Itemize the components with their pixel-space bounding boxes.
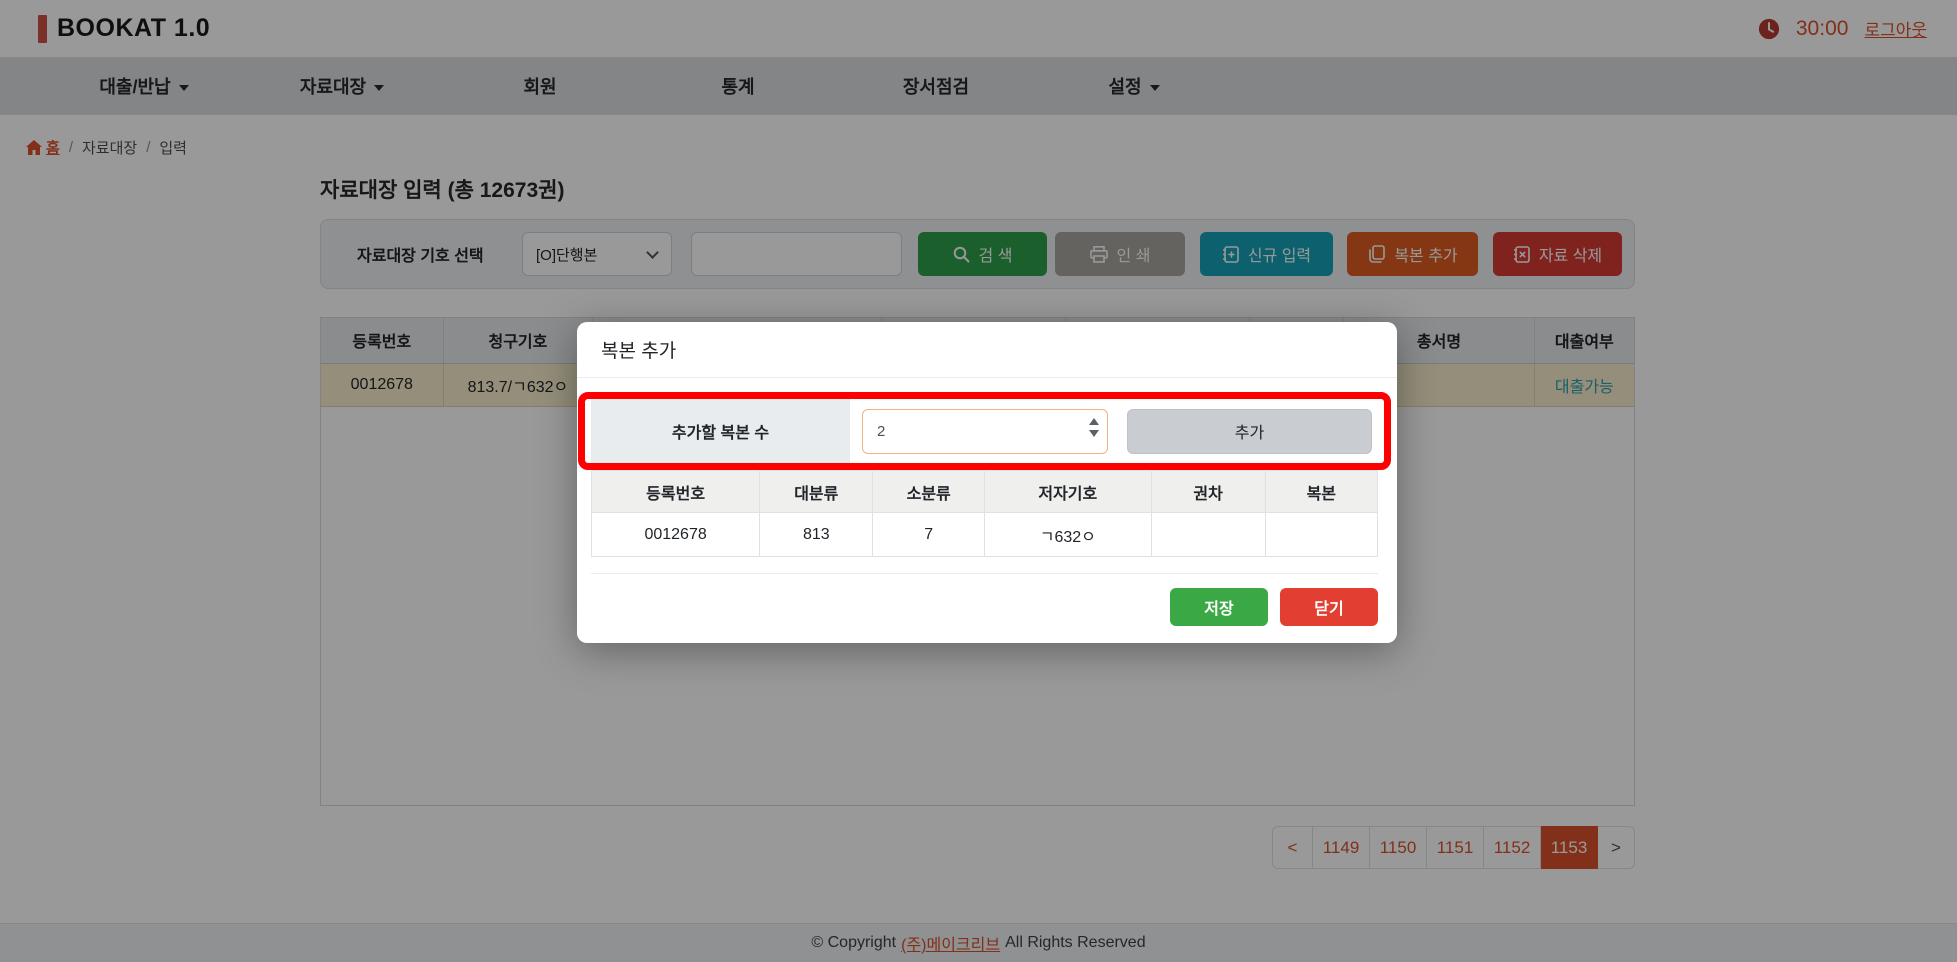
col-header-copy: 복본 (1265, 471, 1377, 513)
modal-footer: 저장 닫기 (1170, 588, 1378, 626)
cell-copy (1265, 513, 1377, 557)
copy-count-field-row: 추가할 복본 수 추가 (591, 398, 1383, 464)
modal-table-row: 0012678 813 7 ㄱ632ㅇ (592, 513, 1378, 557)
app-window: BOOKAT 1.0 30:00 로그아웃 대출/반납 자료대장 회원 통계 장… (0, 0, 1957, 962)
modal-title: 복본 추가 (577, 322, 1397, 378)
number-spinner[interactable] (1089, 418, 1099, 437)
copy-detail-table: 등록번호 대분류 소분류 저자기호 권차 복본 0012678 813 7 ㄱ6… (591, 470, 1378, 557)
modal-table-header-row: 등록번호 대분류 소분류 저자기호 권차 복본 (592, 471, 1378, 513)
col-header-reg-no: 등록번호 (592, 471, 760, 513)
cell-sub-class: 7 (873, 513, 985, 557)
save-button[interactable]: 저장 (1170, 588, 1268, 626)
cell-reg-no: 0012678 (592, 513, 760, 557)
col-header-author-code: 저자기호 (984, 471, 1151, 513)
cell-author-code: ㄱ632ㅇ (984, 513, 1151, 557)
copy-count-label: 추가할 복본 수 (591, 398, 850, 464)
cell-volume (1151, 513, 1265, 557)
spinner-down-icon[interactable] (1089, 430, 1099, 437)
close-button[interactable]: 닫기 (1280, 588, 1378, 626)
cell-main-class: 813 (760, 513, 873, 557)
add-copy-modal: 복본 추가 추가할 복본 수 추가 등록번호 대분류 (577, 322, 1397, 643)
modal-footer-divider (591, 573, 1378, 574)
copy-count-input[interactable] (862, 409, 1108, 454)
copy-count-input-wrap (862, 409, 1108, 454)
col-header-sub-class: 소분류 (873, 471, 985, 513)
col-header-main-class: 대분류 (760, 471, 873, 513)
spinner-up-icon[interactable] (1089, 418, 1099, 425)
add-button[interactable]: 추가 (1127, 409, 1372, 454)
col-header-volume: 권차 (1151, 471, 1265, 513)
